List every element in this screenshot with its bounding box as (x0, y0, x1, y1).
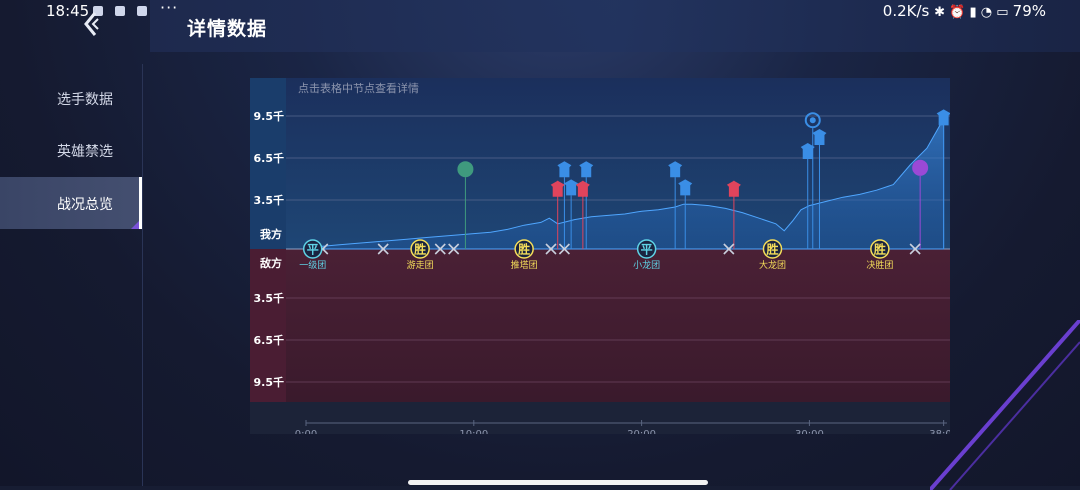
teamfight-label: 大龙团 (759, 259, 786, 271)
x-tick-label: 30:00 (795, 429, 824, 434)
teamfight-label: 推塔团 (511, 259, 538, 271)
teamfight-result: 胜 (874, 242, 886, 257)
y-tick-label: 9.5千 (254, 109, 285, 123)
teamfight-label: 游走团 (407, 259, 434, 271)
sidebar-item-label: 选手数据 (57, 92, 113, 108)
teamfight-result: 平 (307, 243, 319, 257)
back-button[interactable] (80, 10, 106, 38)
home-indicator[interactable] (408, 480, 708, 485)
y-tick-label: 3.5千 (254, 291, 285, 305)
teamfight-label: 决胜团 (866, 259, 893, 271)
status-right: 0.2K/s ✱ ⏰ ▮ ◔ ▭ 79% (883, 2, 1046, 20)
status-bar: 18:45 ··· 0.2K/s ✱ ⏰ ▮ ◔ ▭ 79% (0, 0, 1080, 24)
teamfight-result: 胜 (766, 242, 778, 257)
status-icons: ✱ ⏰ ▮ ◔ ▭ (934, 5, 1013, 20)
dragon-icon (457, 161, 474, 178)
y-tick-label: 9.5千 (254, 375, 285, 389)
x-tick-label: 10:00 (459, 429, 488, 434)
teamfight-result: 胜 (518, 242, 530, 257)
sidebar-item-label: 战况总览 (57, 197, 113, 213)
network-speed: 0.2K/s (882, 2, 930, 20)
decorative-accent (930, 320, 1080, 490)
y-tick-label: 6.5千 (254, 151, 285, 165)
teamfight-result: 胜 (414, 242, 426, 257)
notification-icon (115, 6, 125, 16)
teamfight-label: 一级团 (299, 259, 326, 271)
x-tick-label: 0:00 (295, 429, 317, 434)
enemy-side-label: 敌方 (260, 256, 282, 270)
sidebar-item-player-data[interactable]: 选手数据 (0, 72, 142, 124)
x-axis-band (250, 402, 950, 434)
sidebar-item-label: 英雄禁选 (57, 144, 113, 160)
gold-diff-chart[interactable]: 9.5千 9.5千 6.5千 6.5千 3.5千 3.5千 我方 敌方 平一级团 胜游走团 胜… (250, 78, 950, 434)
teamfight-label: 小龙团 (633, 259, 660, 271)
sidebar-item-hero-bans[interactable]: 英雄禁选 (0, 124, 142, 176)
target-center (809, 117, 816, 124)
enemy-side-area (250, 249, 950, 402)
y-tick-label: 3.5千 (254, 193, 285, 207)
battery-level: 79% (1012, 2, 1046, 20)
our-side-label: 我方 (260, 227, 282, 241)
more-notifications-icon: ··· (160, 0, 179, 17)
sidebar-item-battle-overview[interactable]: 战况总览 (0, 177, 142, 229)
notification-icon (137, 6, 147, 16)
teamfight-result: 平 (641, 243, 653, 257)
page-title: 详情数据 (187, 18, 268, 40)
dragon-icon (912, 159, 929, 176)
sidebar-divider (142, 64, 143, 486)
y-tick-label: 6.5千 (254, 333, 285, 347)
chart-hint: 点击表格中节点查看详情 (298, 82, 419, 95)
x-tick-label: 20:00 (627, 429, 656, 434)
